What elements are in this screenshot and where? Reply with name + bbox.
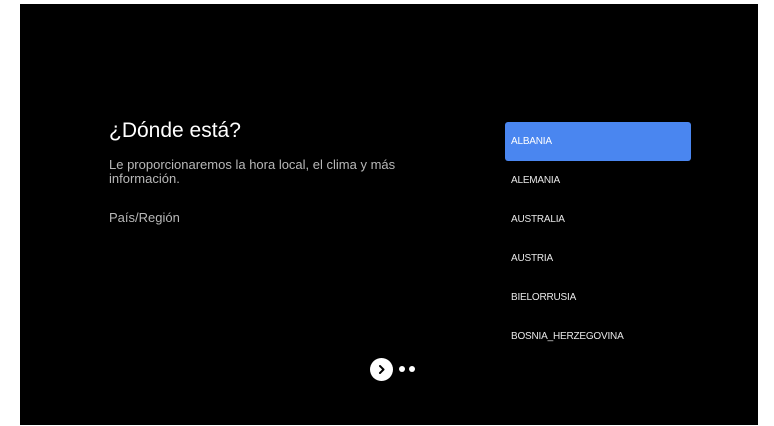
country-region-label: País/Región — [109, 210, 180, 225]
page-indicator-dot — [399, 366, 405, 372]
navigation-controls — [370, 357, 415, 381]
country-list: ALBANIA ALEMANIA AUSTRALIA AUSTRIA BIELO… — [505, 122, 691, 356]
page-title: ¿Dónde está? — [109, 119, 241, 142]
page-indicator-dot — [409, 366, 415, 372]
country-item-austria[interactable]: AUSTRIA — [505, 239, 691, 278]
page-description: Le proporcionaremos la hora local, el cl… — [109, 157, 396, 186]
country-item-australia[interactable]: AUSTRALIA — [505, 200, 691, 239]
tv-screen: ¿Dónde está? Le proporcionaremos la hora… — [20, 4, 758, 425]
next-button[interactable] — [370, 357, 393, 381]
chevron-right-icon — [379, 364, 385, 374]
country-item-bielorrusia[interactable]: BIELORRUSIA — [505, 278, 691, 317]
country-item-alemania[interactable]: ALEMANIA — [505, 161, 691, 200]
country-item-albania[interactable]: ALBANIA — [505, 122, 691, 161]
country-item-bosnia-herzegovina[interactable]: BOSNIA_HERZEGOVINA — [505, 317, 691, 356]
